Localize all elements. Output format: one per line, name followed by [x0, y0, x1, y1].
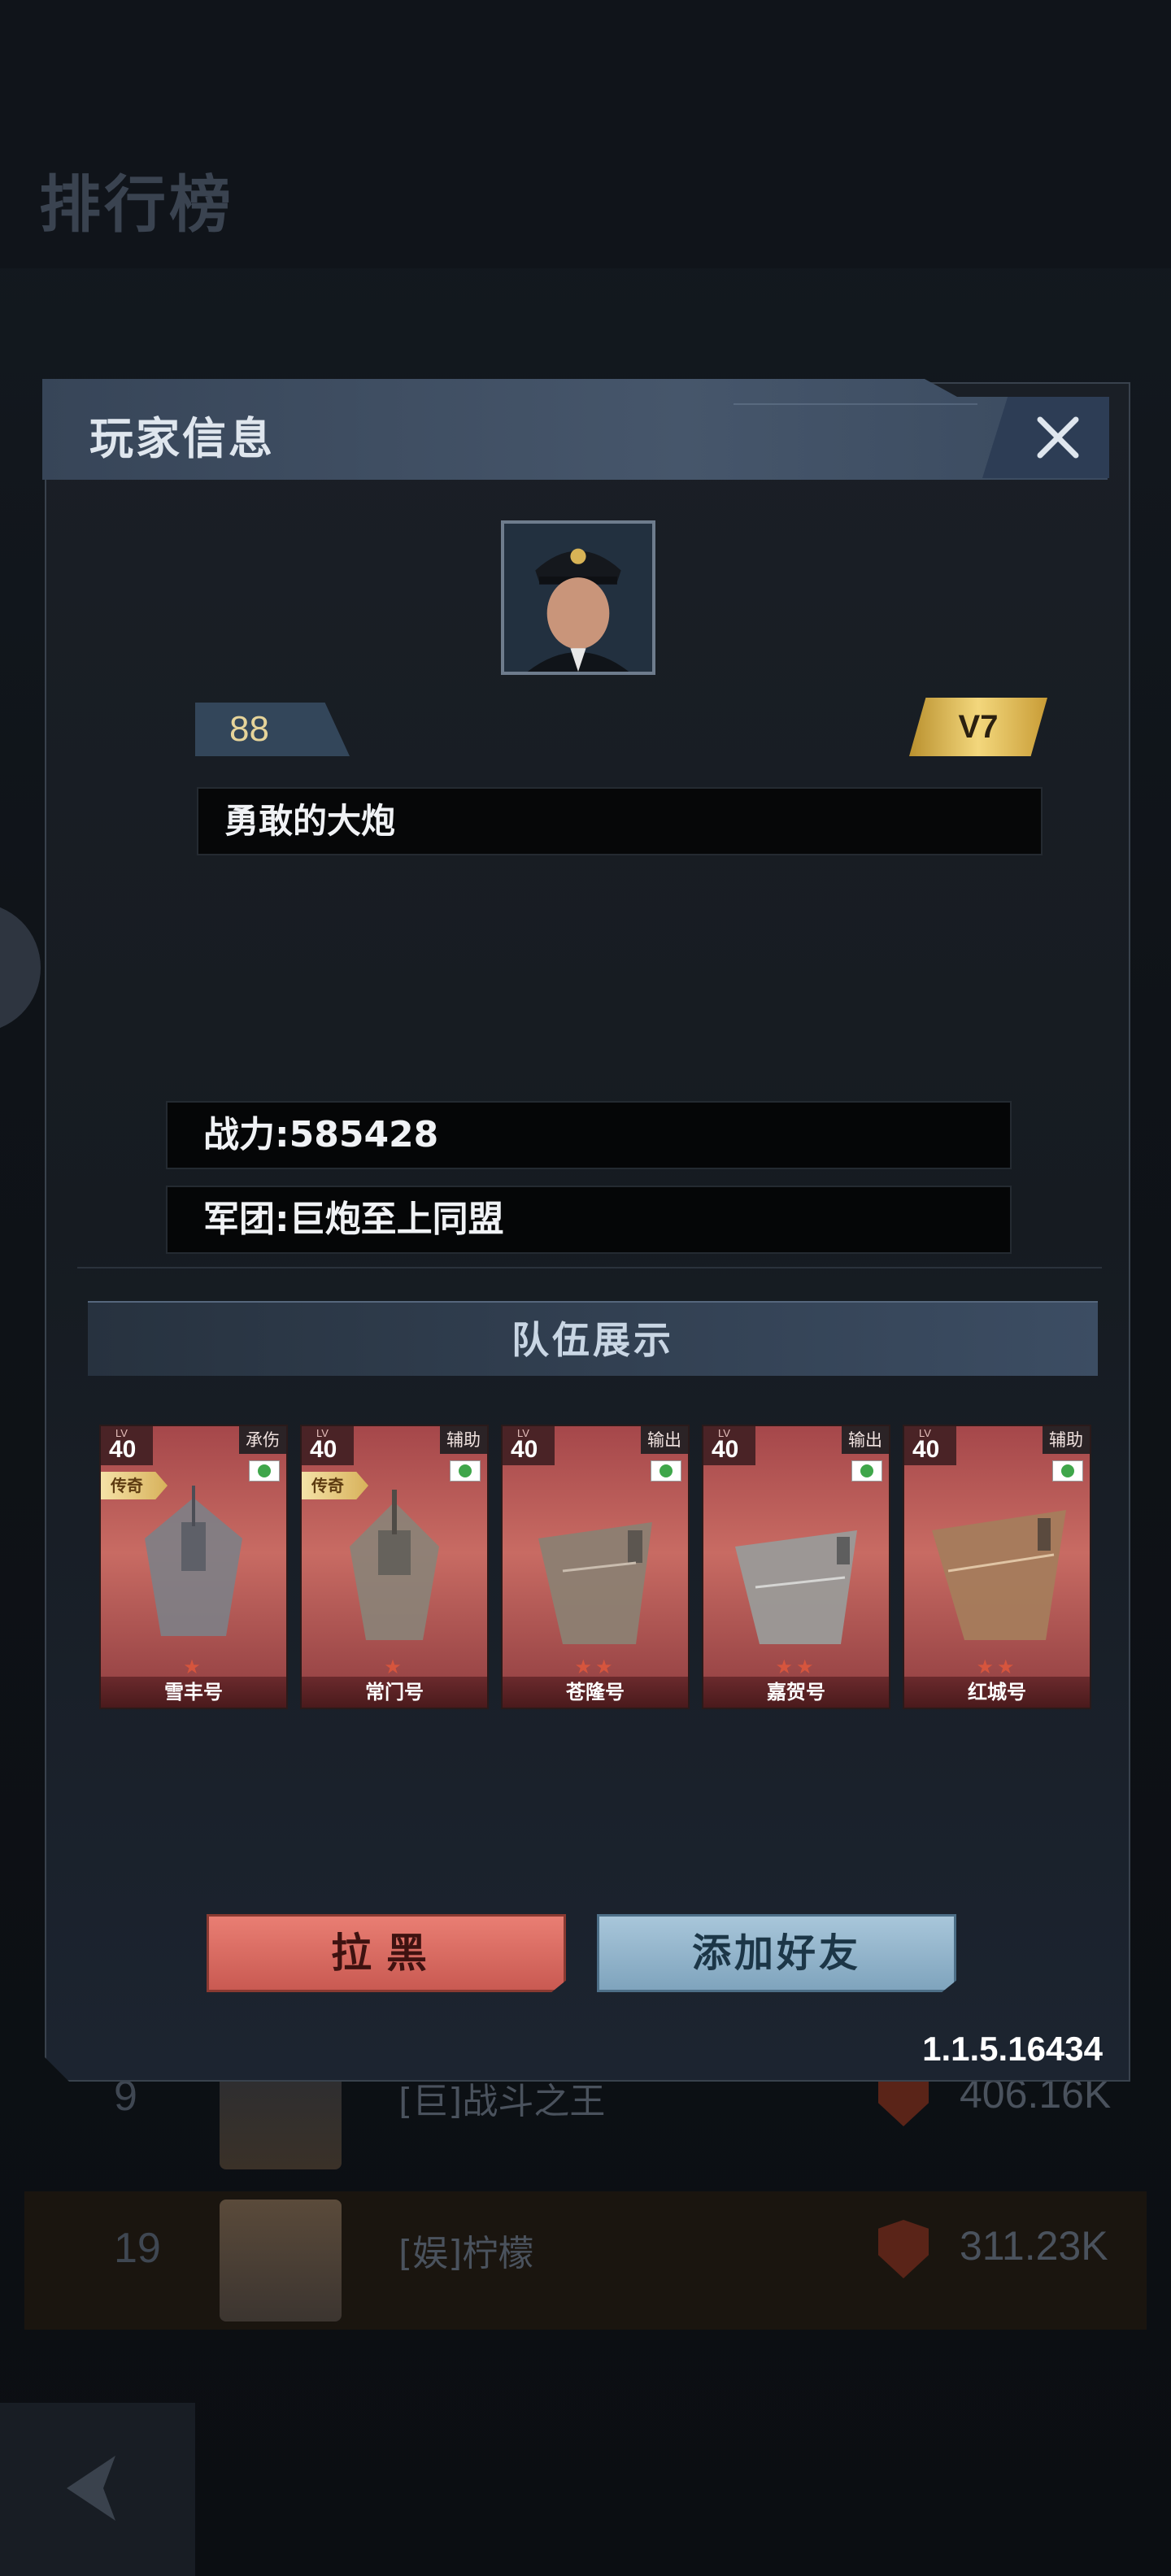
vip-badge: V7 — [909, 698, 1047, 756]
ship-name: 常门号 — [302, 1677, 487, 1708]
add-friend-button[interactable]: 添加好友 — [597, 1914, 956, 1992]
ship-card[interactable]: LV 40 辅助 传奇 ★ 常门号 — [300, 1425, 489, 1709]
ship-name: 苍隆号 — [503, 1677, 688, 1708]
ship-card[interactable]: LV 40 承伤 传奇 ★ 雪丰号 — [99, 1425, 288, 1709]
close-icon — [1037, 416, 1079, 459]
ship-stars: ★ — [384, 1656, 405, 1678]
ranking-power: 311.23K — [960, 2223, 1108, 2269]
ranking-title: 排行榜 — [39, 168, 234, 241]
player-name: 勇敢的大炮 — [197, 787, 1043, 855]
ship-level: LV 40 — [904, 1426, 956, 1465]
flag-icon — [249, 1460, 280, 1482]
ship-level: LV 40 — [302, 1426, 354, 1465]
legend-tag: 传奇 — [302, 1472, 368, 1499]
ship-stars: ★★ — [976, 1656, 1018, 1678]
ship-image-icon — [735, 1530, 857, 1644]
ship-level: LV 40 — [503, 1426, 555, 1465]
ship-role: 输出 — [842, 1426, 889, 1454]
ship-image-icon — [145, 1486, 242, 1636]
version-label: 1.1.5.16434 — [922, 2030, 1103, 2068]
ship-level: LV 40 — [101, 1426, 153, 1465]
ranking-name: [娱]柠檬 — [398, 2233, 534, 2274]
player-power: 战力:585428 — [166, 1101, 1012, 1169]
ship-card[interactable]: LV 40 输出 ★★ 嘉贺号 — [702, 1425, 890, 1709]
block-button[interactable]: 拉黑 — [207, 1914, 566, 1992]
circuit-decoration — [734, 403, 977, 468]
player-legion: 军团:巨炮至上同盟 — [166, 1186, 1012, 1254]
captain-portrait-icon — [504, 524, 652, 672]
ship-level: LV 40 — [703, 1426, 755, 1465]
flag-icon — [651, 1460, 681, 1482]
ship-stars: ★★ — [775, 1656, 817, 1678]
ship-stars: ★ — [183, 1656, 204, 1678]
ship-role: 辅助 — [1043, 1426, 1090, 1454]
legend-tag: 传奇 — [101, 1472, 168, 1499]
ship-card[interactable]: LV 40 输出 ★★ 苍隆号 — [501, 1425, 690, 1709]
ship-stars: ★★ — [574, 1656, 616, 1678]
ranking-row[interactable]: 19 [娱]柠檬 311.23K — [24, 2191, 1147, 2330]
flag-icon — [851, 1460, 882, 1482]
dialog-title: 玩家信息 — [89, 413, 275, 464]
back-arrow-icon[interactable] — [59, 2448, 124, 2529]
ship-name: 雪丰号 — [101, 1677, 286, 1708]
team-header: 队伍展示 — [88, 1301, 1098, 1376]
ship-image-icon — [538, 1522, 652, 1644]
ship-role: 输出 — [641, 1426, 688, 1454]
player-avatar — [501, 520, 655, 675]
divider — [77, 1267, 1102, 1268]
flag-icon — [450, 1460, 481, 1482]
ship-image-icon — [932, 1510, 1066, 1640]
ranking-rank: 19 — [114, 2225, 161, 2272]
ship-card[interactable]: LV 40 辅助 ★★ 红城号 — [903, 1425, 1091, 1709]
ship-image-icon — [350, 1490, 439, 1640]
player-level-badge: 88 — [195, 703, 350, 756]
ship-name: 嘉贺号 — [703, 1677, 889, 1708]
ship-name: 红城号 — [904, 1677, 1090, 1708]
ship-role: 承伤 — [239, 1426, 286, 1454]
shield-icon — [878, 2220, 929, 2278]
avatar — [220, 2200, 342, 2321]
ship-role: 辅助 — [440, 1426, 487, 1454]
flag-icon — [1052, 1460, 1083, 1482]
ranking-header: 排行榜 — [0, 0, 1171, 268]
